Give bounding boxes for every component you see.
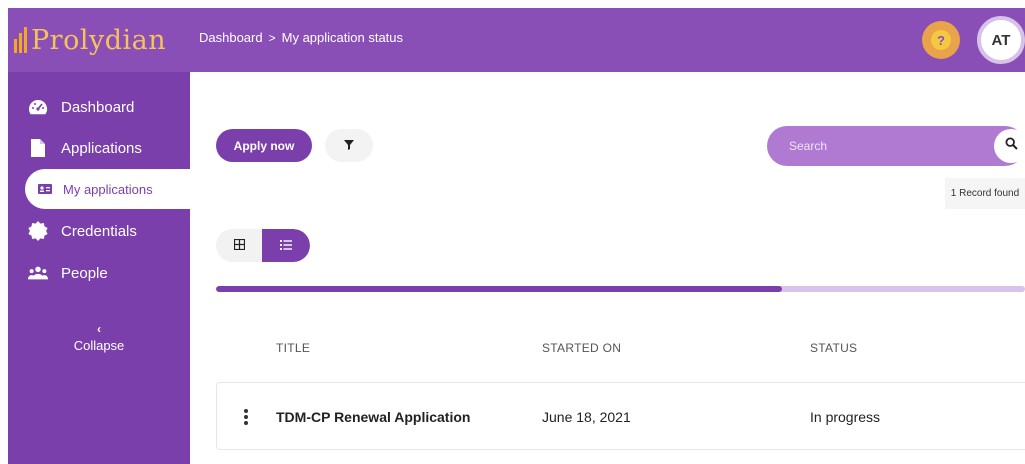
id-card-icon (37, 179, 53, 199)
breadcrumb: Dashboard > My application status (199, 30, 403, 45)
chevron-left-icon: ‹ (97, 322, 101, 336)
search-input[interactable] (767, 126, 987, 166)
row-started-on: June 18, 2021 (542, 409, 631, 425)
breadcrumb-current: My application status (281, 30, 404, 45)
brand-name: Prolydian (31, 24, 167, 56)
apply-now-button[interactable]: Apply now (216, 129, 312, 162)
people-icon (28, 263, 48, 283)
more-vertical-icon[interactable] (237, 407, 255, 427)
avatar[interactable]: AT (977, 16, 1025, 64)
sidebar-item-people[interactable]: People (8, 259, 108, 287)
sidebar: Dashboard Applications My applications C… (8, 72, 190, 464)
breadcrumb-separator: > (268, 30, 276, 45)
sidebar-item-label: Dashboard (61, 98, 135, 116)
certificate-badge-icon (28, 221, 48, 241)
sidebar-item-dashboard[interactable]: Dashboard (8, 93, 134, 121)
search-bar (767, 126, 1025, 166)
column-header-status[interactable]: STATUS (810, 341, 857, 355)
table-row[interactable]: TDM-CP Renewal Application June 18, 2021… (216, 382, 1025, 450)
breadcrumb-dashboard[interactable]: Dashboard (199, 30, 263, 45)
filter-button[interactable] (325, 129, 373, 162)
search-button[interactable] (994, 129, 1025, 163)
speedometer-icon (28, 97, 48, 117)
collapse-label: Collapse (73, 338, 125, 353)
logo-bars-icon (14, 27, 27, 53)
row-status: In progress (810, 409, 881, 425)
sidebar-item-applications[interactable]: Applications (8, 134, 142, 162)
grid-icon (233, 237, 245, 255)
sidebar-item-label: Applications (61, 139, 142, 157)
progress-bar (216, 286, 1025, 292)
column-header-title[interactable]: TITLE (276, 341, 310, 355)
collapse-button[interactable]: ‹ Collapse (8, 322, 190, 353)
sidebar-item-label: My applications (63, 181, 153, 197)
sidebar-item-label: People (61, 264, 108, 282)
help-button[interactable]: ? (922, 21, 960, 59)
search-icon (1004, 137, 1018, 155)
document-icon (28, 138, 48, 158)
column-header-started-on[interactable]: STARTED ON (542, 341, 621, 355)
brand-logo[interactable]: Prolydian (14, 22, 166, 58)
progress-fill (216, 286, 783, 292)
list-icon (280, 237, 292, 255)
question-icon: ? (931, 30, 951, 50)
sidebar-item-credentials[interactable]: Credentials (8, 217, 137, 245)
top-bar: Prolydian Dashboard > My application sta… (8, 8, 1025, 72)
list-view-button[interactable] (262, 229, 310, 262)
grid-view-button[interactable] (216, 229, 262, 262)
record-count: 1 Record found (945, 178, 1025, 209)
sidebar-item-my-applications[interactable]: My applications (25, 169, 190, 209)
filter-icon (344, 137, 354, 155)
sidebar-item-label: Credentials (61, 222, 137, 240)
row-title[interactable]: TDM-CP Renewal Application (276, 409, 470, 425)
view-toggle (216, 229, 310, 262)
